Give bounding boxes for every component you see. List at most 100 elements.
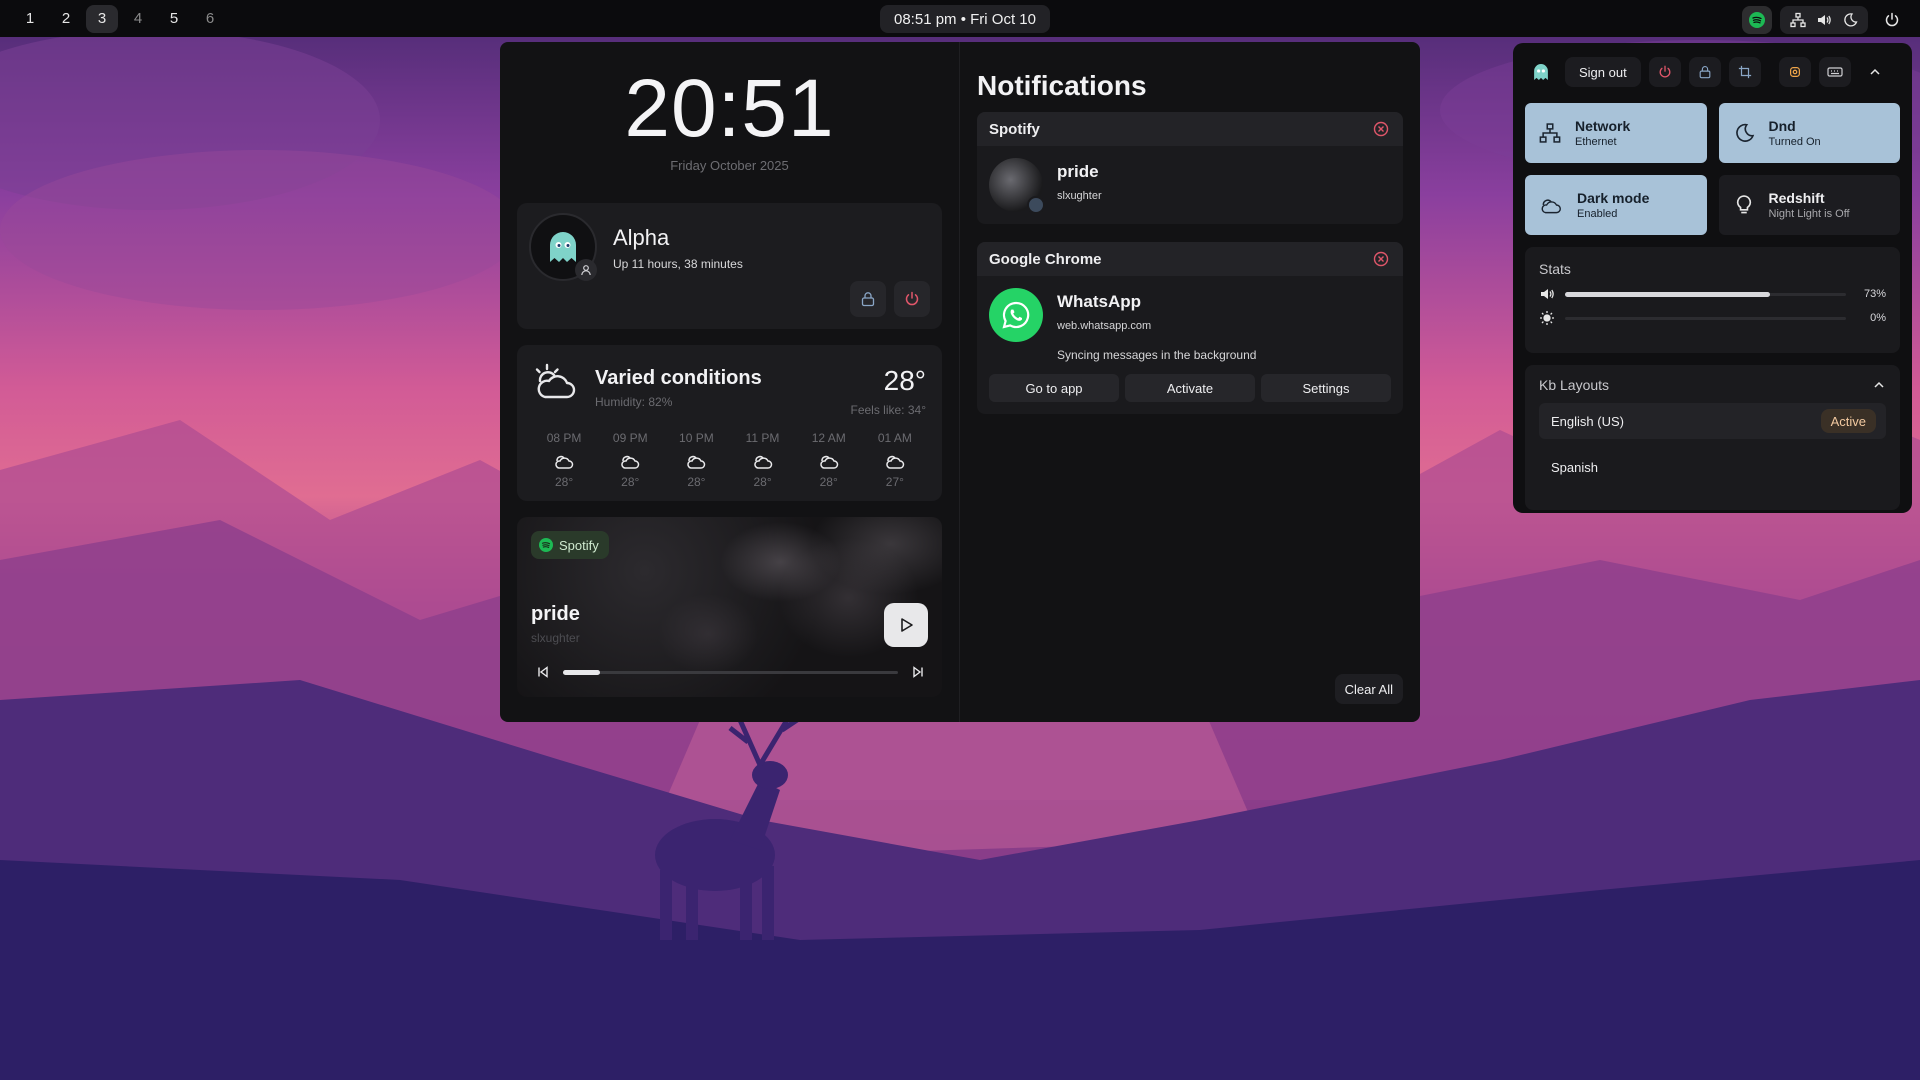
app-badge-icon xyxy=(1027,196,1045,214)
brightness-row: 0% xyxy=(1539,311,1886,325)
cloud-icon xyxy=(534,449,594,473)
active-badge: Active xyxy=(1820,409,1876,433)
topbar-clock[interactable]: 08:51 pm • Fri Oct 10 xyxy=(880,5,1050,33)
power-icon xyxy=(905,291,919,306)
next-track-button[interactable] xyxy=(912,666,924,678)
media-artist: slxughter xyxy=(531,631,580,645)
workspace-5[interactable]: 5 xyxy=(158,5,190,33)
notification-body: WhatsApp web.whatsapp.com Syncing messag… xyxy=(977,276,1403,374)
workspace-2[interactable]: 2 xyxy=(50,5,82,33)
forecast-hour: 11 PM 28° xyxy=(733,431,793,489)
weather-temperature: 28° xyxy=(883,365,926,396)
volume-value: 73% xyxy=(1863,288,1886,300)
play-icon xyxy=(901,618,913,632)
tile-status: Enabled xyxy=(1577,208,1618,220)
weather-humidity: Humidity: 82% xyxy=(595,395,673,409)
notification-chrome[interactable]: Google Chrome WhatsApp web.whatsapp.com … xyxy=(977,242,1403,414)
dark-mode-tile[interactable]: Dark mode Enabled xyxy=(1525,175,1707,235)
keyboard-button[interactable] xyxy=(1818,57,1851,87)
forecast-hour: 12 AM 28° xyxy=(799,431,859,489)
tile-status: Turned On xyxy=(1768,136,1821,148)
user-actions xyxy=(850,281,930,317)
media-source-badge[interactable]: Spotify xyxy=(531,531,609,559)
kb-layouts-section: Kb Layouts English (US) Active Spanish xyxy=(1525,365,1900,510)
forecast-time: 11 PM xyxy=(745,431,780,445)
volume-row: 73% xyxy=(1539,287,1886,301)
kb-layouts-title: Kb Layouts xyxy=(1539,377,1610,393)
shutdown-button[interactable] xyxy=(894,281,930,317)
workspace-4[interactable]: 4 xyxy=(122,5,154,33)
forecast-hour: 01 AM 27° xyxy=(865,431,925,489)
cloud-icon xyxy=(865,449,925,473)
brightness-icon xyxy=(1539,310,1555,326)
activate-button[interactable]: Activate xyxy=(1125,374,1255,402)
chevron-up-icon xyxy=(1870,68,1880,75)
power-button[interactable] xyxy=(1876,5,1908,35)
clear-all-button[interactable]: Clear All xyxy=(1334,674,1403,704)
qs-power-button[interactable] xyxy=(1648,57,1681,87)
status-indicators[interactable] xyxy=(1780,6,1868,34)
workspace-6[interactable]: 6 xyxy=(194,5,226,33)
cloud-icon xyxy=(799,449,859,473)
user-badge-icon xyxy=(575,259,597,281)
volume-slider[interactable] xyxy=(1565,291,1846,297)
kb-layout-name: Spanish xyxy=(1551,459,1598,475)
dnd-tile[interactable]: Dnd Turned On xyxy=(1718,103,1900,163)
lock-button[interactable] xyxy=(850,281,886,317)
sign-out-button[interactable]: Sign out xyxy=(1565,57,1641,87)
workspace-1[interactable]: 1 xyxy=(14,5,46,33)
forecast-temp: 28° xyxy=(555,475,574,489)
caffeine-button[interactable] xyxy=(1778,57,1811,87)
go-to-app-button[interactable]: Go to app xyxy=(989,374,1119,402)
toggle-tiles: Network Ethernet Dnd Turned On Dark mode En… xyxy=(1525,103,1900,235)
stats-title: Stats xyxy=(1539,261,1571,277)
dismiss-notification-button[interactable] xyxy=(1371,119,1391,139)
cloud-icon xyxy=(733,449,793,473)
notification-spotify[interactable]: Spotify pride slxughter xyxy=(977,112,1403,224)
media-title: pride xyxy=(531,603,580,625)
weather-card: Varied conditions Humidity: 82% 28° Feel… xyxy=(517,345,942,501)
network-tile[interactable]: Network Ethernet xyxy=(1525,103,1707,163)
whatsapp-icon xyxy=(989,288,1043,342)
kb-layouts-header[interactable]: Kb Layouts xyxy=(1539,377,1886,393)
redshift-tile[interactable]: Redshift Night Light is Off xyxy=(1718,175,1900,235)
forecast-hour: 10 PM 28° xyxy=(666,431,726,489)
media-controls xyxy=(537,665,924,679)
tile-label: Dnd xyxy=(1768,118,1796,134)
forecast-hour: 09 PM 28° xyxy=(600,431,660,489)
settings-button[interactable]: Settings xyxy=(1261,374,1391,402)
user-avatar-button[interactable] xyxy=(1525,57,1557,87)
network-icon xyxy=(1539,123,1561,143)
media-player: Spotify pride slxughter xyxy=(517,517,942,697)
qs-lock-button[interactable] xyxy=(1688,57,1721,87)
notification-body: pride slxughter xyxy=(977,146,1403,224)
timer-icon xyxy=(1789,67,1800,77)
workspace-3[interactable]: 3 xyxy=(86,4,118,33)
play-button[interactable] xyxy=(884,603,928,647)
notification-header: Google Chrome xyxy=(977,242,1403,276)
notifications-column: Notifications Spotify pride slxughter Go… xyxy=(960,42,1420,722)
cloud-icon xyxy=(600,449,660,473)
quick-settings-toolbar: Sign out xyxy=(1525,57,1900,87)
cloud-sun-icon xyxy=(533,361,577,406)
ghost-icon xyxy=(1534,64,1548,80)
moon-icon xyxy=(1735,123,1754,142)
dismiss-notification-button[interactable] xyxy=(1371,249,1391,269)
top-bar: 1 2 3 4 5 6 08:51 pm • Fri Oct 10 xyxy=(0,0,1920,37)
forecast-time: 01 AM xyxy=(877,431,912,445)
collapse-button[interactable] xyxy=(1859,57,1891,87)
forecast-time: 08 PM xyxy=(546,431,582,445)
network-icon xyxy=(1790,12,1806,28)
brightness-slider[interactable] xyxy=(1565,316,1846,320)
forecast-time: 10 PM xyxy=(679,431,714,445)
forecast-temp: 28° xyxy=(621,475,640,489)
kb-layout-english[interactable]: English (US) Active xyxy=(1539,403,1886,439)
notification-title: pride xyxy=(1057,162,1099,181)
forecast-time: 12 AM xyxy=(811,431,846,445)
kb-layout-spanish[interactable]: Spanish xyxy=(1539,449,1886,485)
spotify-tray-icon[interactable] xyxy=(1742,6,1772,34)
media-progress-bar[interactable] xyxy=(563,669,898,675)
screenshot-button[interactable] xyxy=(1728,57,1761,87)
forecast-temp: 28° xyxy=(687,475,706,489)
previous-track-button[interactable] xyxy=(537,666,549,678)
